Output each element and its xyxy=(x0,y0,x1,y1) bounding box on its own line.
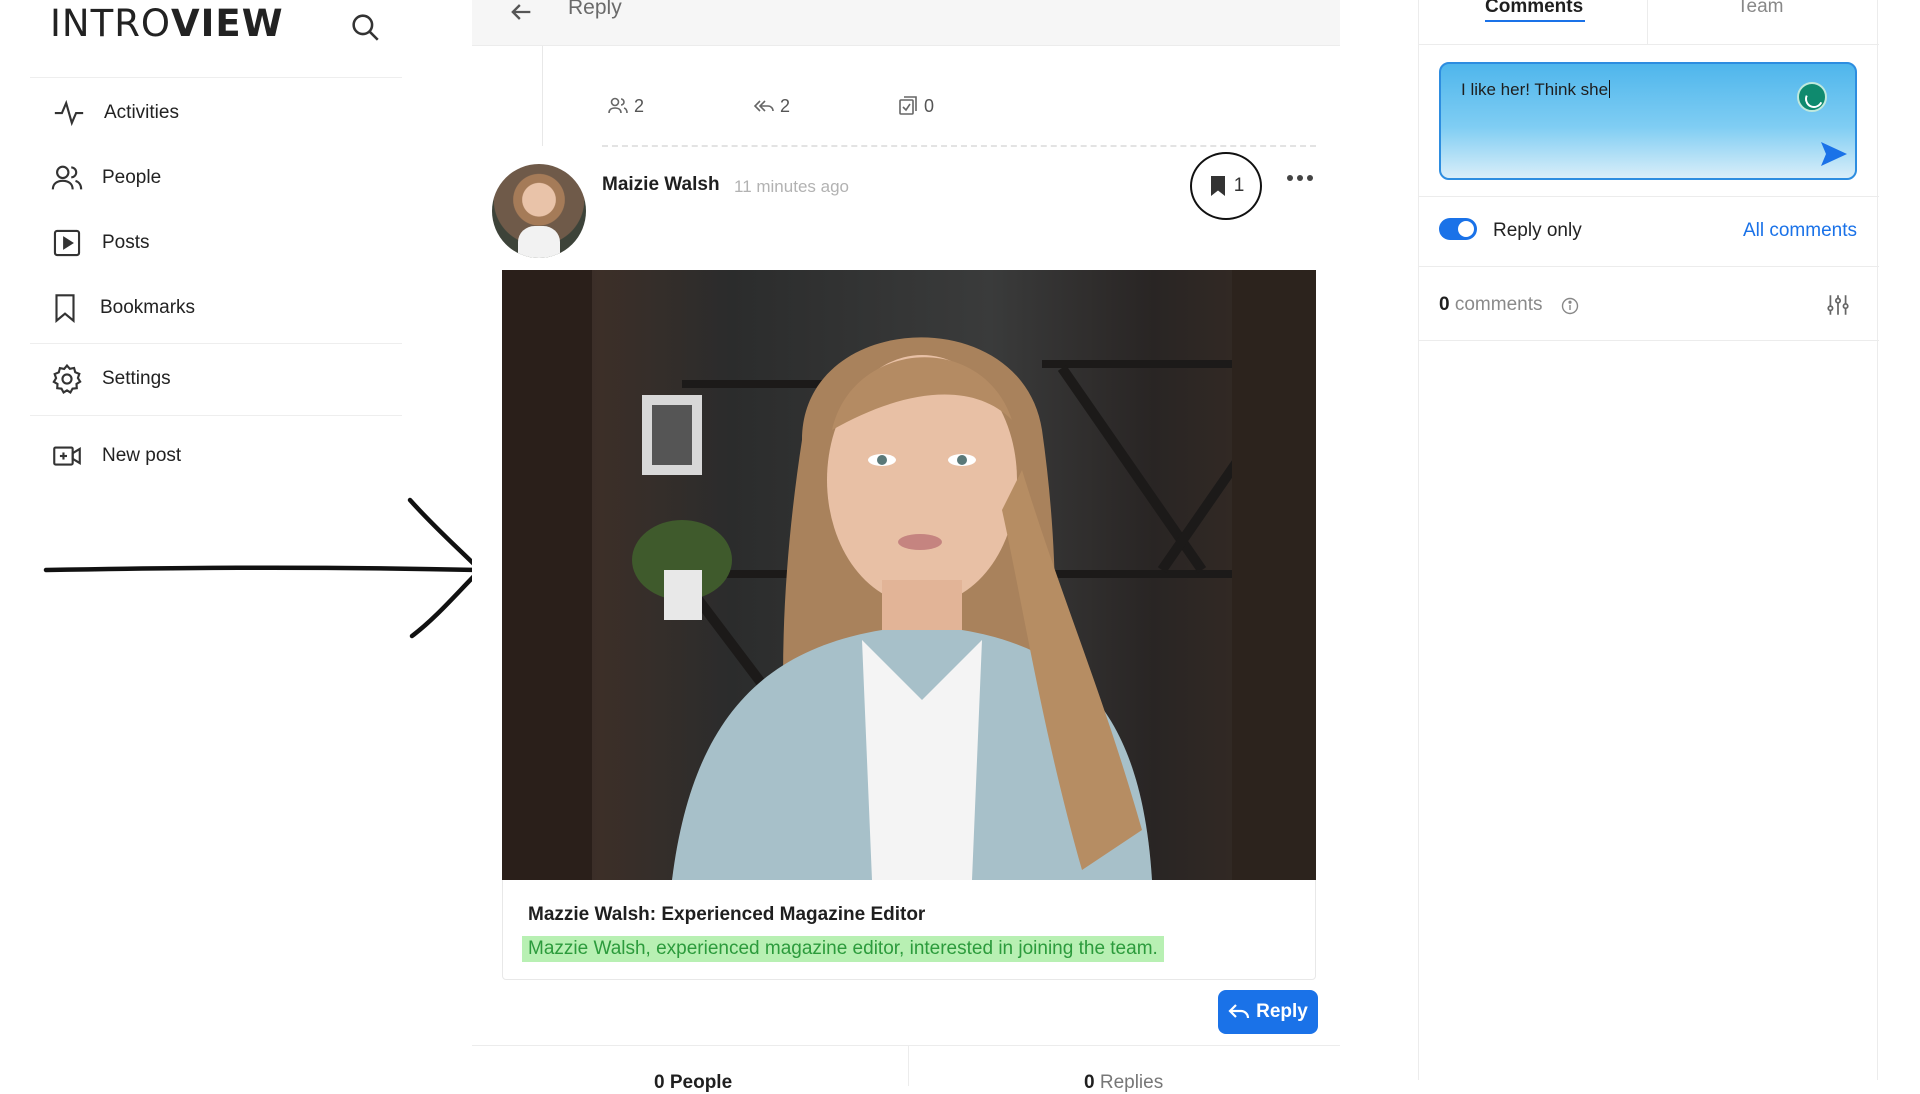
hand-drawn-arrow-icon xyxy=(43,497,484,639)
comments-panel: Comments Team I like her! Think she Repl… xyxy=(1418,0,1879,1080)
stat-people-count: 2 xyxy=(634,95,645,116)
sidebar-item-label: Settings xyxy=(102,368,171,389)
tab-people[interactable]: 0 People xyxy=(654,1072,732,1094)
search-icon[interactable] xyxy=(348,10,382,44)
stat-tasks[interactable]: 0 xyxy=(896,94,934,118)
comment-input-value[interactable]: I like her! Think she xyxy=(1461,80,1610,100)
divider xyxy=(30,77,402,78)
feed-bottom-tabs xyxy=(472,1045,1340,1085)
post-feed: Reply 2 2 0 Maizie Walsh 11 minutes ago … xyxy=(472,0,1340,1093)
play-square-icon xyxy=(53,229,81,257)
active-tab-indicator xyxy=(1485,20,1585,22)
comment-count-label: comments xyxy=(1454,294,1543,315)
post-timestamp: 11 minutes ago xyxy=(734,177,849,196)
info-icon[interactable] xyxy=(1560,296,1580,316)
people-icon xyxy=(51,165,83,190)
sidebar-item-activities[interactable]: Activities xyxy=(52,93,179,133)
bookmark-button[interactable]: 1 xyxy=(1190,152,1262,220)
all-comments-link[interactable]: All comments xyxy=(1743,220,1857,242)
thread-line xyxy=(542,46,543,146)
post-video[interactable] xyxy=(502,270,1316,880)
divider xyxy=(1419,266,1879,267)
comment-input[interactable]: I like her! Think she xyxy=(1439,62,1857,180)
reply-all-icon xyxy=(753,100,774,112)
grammar-assistant-icon[interactable] xyxy=(1797,82,1827,112)
gear-icon xyxy=(52,363,82,394)
more-options-icon[interactable] xyxy=(1284,170,1316,186)
divider xyxy=(1419,44,1879,45)
feed-header: Reply xyxy=(472,0,1340,46)
sidebar-item-label: New post xyxy=(102,445,182,466)
activity-icon xyxy=(54,99,84,127)
reply-only-label: Reply only xyxy=(1493,220,1582,241)
divider xyxy=(1419,340,1879,341)
feed-header-title: Reply xyxy=(568,0,622,19)
divider xyxy=(602,145,1316,147)
reply-icon xyxy=(1228,1004,1250,1019)
bookmark-count: 1 xyxy=(1233,175,1245,196)
sidebar-item-label: People xyxy=(102,167,162,188)
sidebar-item-posts[interactable]: Posts xyxy=(50,223,150,263)
post-author-name[interactable]: Maizie Walsh xyxy=(602,174,720,196)
sidebar-item-bookmarks[interactable]: Bookmarks xyxy=(48,288,195,328)
comment-count-number: 0 xyxy=(1439,294,1450,315)
post-description: Mazzie Walsh, experienced magazine edito… xyxy=(522,936,1164,962)
avatar[interactable] xyxy=(492,164,586,258)
post-title: Mazzie Walsh: Experienced Magazine Edito… xyxy=(528,904,926,925)
replies-count: 0 xyxy=(1084,1072,1095,1093)
reply-button-label: Reply xyxy=(1256,1001,1308,1022)
comment-count: 0 comments xyxy=(1439,294,1543,316)
stat-tasks-count: 0 xyxy=(924,95,935,116)
divider xyxy=(1419,196,1879,197)
bookmark-icon xyxy=(55,294,75,324)
sidebar-item-settings[interactable]: Settings xyxy=(50,359,171,399)
send-icon[interactable] xyxy=(1819,140,1849,168)
sidebar-item-label: Activities xyxy=(104,102,179,123)
back-arrow-icon[interactable] xyxy=(506,0,536,26)
divider xyxy=(30,343,402,344)
sidebar-item-new-post[interactable]: New post xyxy=(50,436,181,476)
divider xyxy=(1647,0,1648,44)
tab-comments[interactable]: Comments xyxy=(1485,0,1583,18)
checklist-icon xyxy=(899,96,917,115)
stat-people[interactable]: 2 xyxy=(606,94,644,118)
divider xyxy=(908,1046,909,1086)
people-count: 0 xyxy=(654,1072,665,1093)
reply-only-toggle[interactable] xyxy=(1439,218,1477,240)
sidebar-item-label: Posts xyxy=(102,232,150,253)
bookmark-filled-icon xyxy=(1210,176,1225,196)
stat-replies[interactable]: 2 xyxy=(752,94,790,118)
stat-replies-count: 2 xyxy=(780,95,791,116)
reply-button[interactable]: Reply xyxy=(1218,990,1318,1034)
people-icon xyxy=(608,97,628,114)
sidebar: INTROVIEW Activities People Posts Bookma… xyxy=(0,0,484,1080)
people-label: People xyxy=(669,1072,733,1093)
sidebar-item-people[interactable]: People xyxy=(50,158,161,198)
video-add-icon xyxy=(53,446,81,466)
replies-label: Replies xyxy=(1099,1072,1164,1093)
video-frame-illustration xyxy=(502,270,1316,880)
tab-team[interactable]: Team xyxy=(1737,0,1783,18)
sidebar-item-label: Bookmarks xyxy=(100,297,196,318)
tab-replies[interactable]: 0 Replies xyxy=(1084,1072,1163,1094)
filter-sliders-icon[interactable] xyxy=(1825,292,1851,318)
app-logo[interactable]: INTROVIEW xyxy=(50,2,284,45)
divider xyxy=(30,415,402,416)
